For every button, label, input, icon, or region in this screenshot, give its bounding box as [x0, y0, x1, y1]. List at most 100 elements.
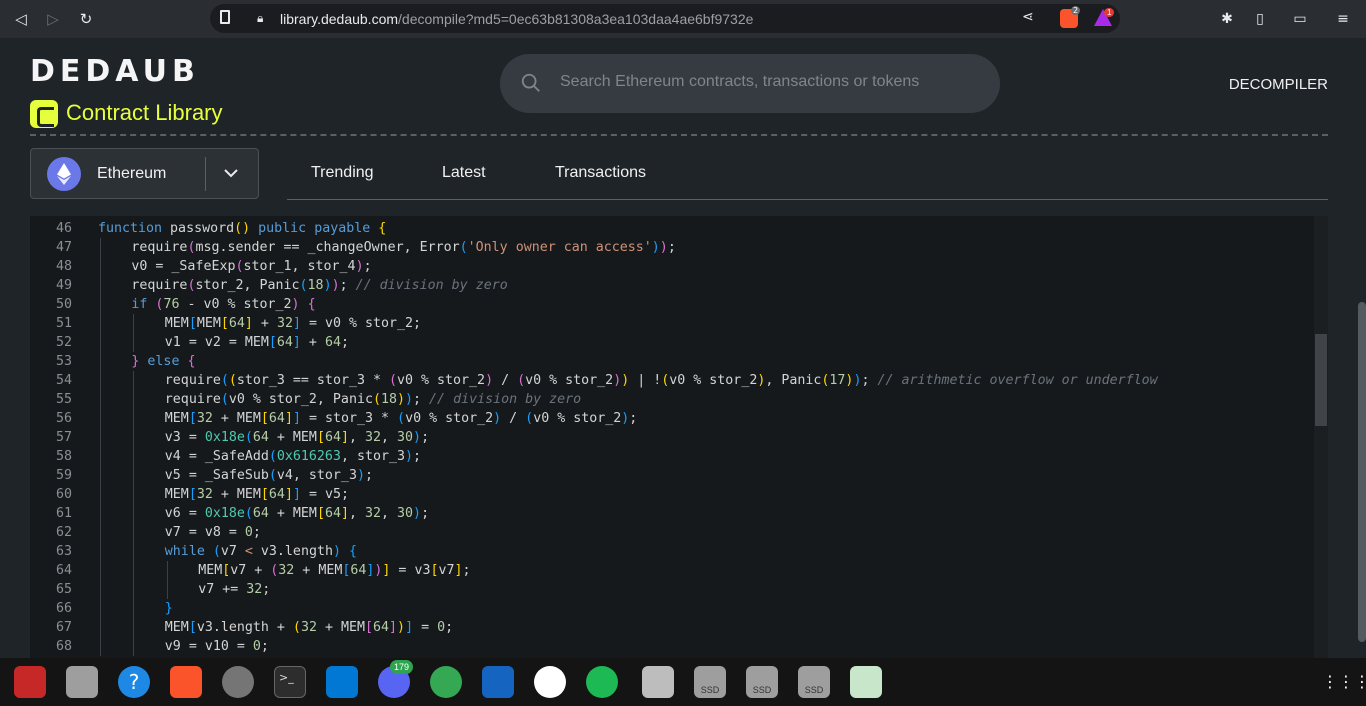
app-grid-icon[interactable]: ⋮⋮⋮: [1322, 666, 1366, 698]
line-number: 59: [55, 468, 72, 483]
vscode-icon[interactable]: [326, 666, 358, 698]
tab-trending[interactable]: Trending: [311, 164, 374, 182]
url-text[interactable]: library.dedaub.com/decompile?md5=0ec63b8…: [280, 11, 753, 27]
code-scrollbar[interactable]: [1314, 216, 1328, 658]
chain-select[interactable]: Ethereum: [30, 148, 259, 199]
code-text: if (76 - v0 % stor_2) {: [131, 297, 316, 312]
divider: [30, 134, 1328, 136]
code-viewer[interactable]: 46 function password() public payable { 47…: [30, 216, 1328, 658]
code-text: require((stor_3 == stor_3 * (v0 % stor_2…: [164, 373, 1158, 388]
extensions-icon[interactable]: ✱: [1216, 8, 1238, 30]
code-line: 61 v6 = 0x18e(64 + MEM[64], 32, 30);: [30, 504, 1314, 523]
lock-icon[interactable]: 🔒︎: [257, 11, 263, 26]
disk-icon[interactable]: SSD: [798, 666, 830, 698]
sidebar-icon[interactable]: ▯: [1249, 8, 1271, 30]
virtualbox-icon[interactable]: [482, 666, 514, 698]
code-line: 60 MEM[32 + MEM[64]] = v5;: [30, 485, 1314, 504]
slack-icon[interactable]: [534, 666, 566, 698]
code-line: 47 require(msg.sender == _changeOwner, Er…: [30, 238, 1314, 257]
line-number: 56: [55, 411, 72, 426]
code-line: 53} else {: [30, 352, 1314, 371]
line-number: 53: [55, 354, 72, 369]
share-icon[interactable]: ⋖: [1022, 9, 1034, 25]
code-text: v1 = v2 = MEM[64] + 64;: [164, 335, 349, 350]
line-number: 55: [55, 392, 72, 407]
trash-icon[interactable]: [850, 666, 882, 698]
code-line: 54 require((stor_3 == stor_3 * (v0 % stor…: [30, 371, 1314, 390]
line-number: 50: [55, 297, 72, 312]
brave-icon[interactable]: [170, 666, 202, 698]
code-line: 59 v5 = _SafeSub(v4, stor_3);: [30, 466, 1314, 485]
line-number: 47: [55, 240, 72, 255]
tab-latest[interactable]: Latest: [442, 164, 486, 182]
code-scrollbar-thumb[interactable]: [1315, 334, 1327, 426]
indent-guide: [133, 314, 135, 352]
wallet-icon[interactable]: ▭: [1289, 8, 1311, 30]
terminal-icon[interactable]: >_: [274, 666, 306, 698]
chain-select-separator: [205, 157, 206, 191]
address-bar[interactable]: 🔒︎ library.dedaub.com/decompile?md5=0ec6…: [210, 4, 1120, 33]
page-scrollbar[interactable]: [1358, 302, 1366, 642]
forward-icon[interactable]: ▷: [42, 8, 64, 30]
code-text: v7 += 32;: [198, 582, 271, 597]
system-monitor-icon[interactable]: [14, 666, 46, 698]
settings-icon[interactable]: [222, 666, 254, 698]
search-input[interactable]: [560, 73, 980, 91]
line-number: 67: [55, 620, 72, 635]
disk-icon[interactable]: SSD: [746, 666, 778, 698]
tab-transactions[interactable]: Transactions: [555, 164, 646, 182]
code-line: 55 require(v0 % stor_2, Panic(18)); // di…: [30, 390, 1314, 409]
help-icon[interactable]: ?: [118, 666, 150, 698]
spotify-icon[interactable]: [586, 666, 618, 698]
code-text: v3 = 0x18e(64 + MEM[64], 32, 30);: [164, 430, 430, 445]
chevron-down-icon[interactable]: [221, 163, 241, 183]
code-text: MEM[32 + MEM[64]] = v5;: [164, 487, 350, 502]
line-number: 68: [55, 639, 72, 654]
image-viewer-icon[interactable]: [642, 666, 674, 698]
chain-select-value: Ethereum: [97, 165, 167, 182]
menu-icon[interactable]: ≡: [1332, 8, 1354, 30]
code-text: function password() public payable {: [98, 221, 387, 236]
line-number: 46: [55, 221, 72, 236]
search-box[interactable]: [500, 54, 1000, 113]
line-number: 66: [55, 601, 72, 616]
browser-toolbar: ◁ ▷ ↻ 🔒︎ library.dedaub.com/decompile?md…: [0, 0, 1366, 38]
brave-shields-icon[interactable]: 2: [1060, 6, 1081, 28]
page: DEDAUB Contract Library DECOMPILER Ether…: [0, 38, 1366, 658]
code-line: 50 if (76 - v0 % stor_2) {: [30, 295, 1314, 314]
nav-decompiler[interactable]: DECOMPILER: [1229, 76, 1328, 93]
code-line: 68 v9 = v10 = 0;: [30, 637, 1314, 656]
reload-icon[interactable]: ↻: [75, 8, 97, 30]
code-line: 48 v0 = _SafeExp(stor_1, stor_4);: [30, 257, 1314, 276]
line-number: 63: [55, 544, 72, 559]
line-number: 51: [55, 316, 72, 331]
bookmark-icon[interactable]: [220, 10, 230, 24]
indent-guide: [166, 561, 168, 599]
chrome-icon[interactable]: [430, 666, 462, 698]
code-line: 57 v3 = 0x18e(64 + MEM[64], 32, 30);: [30, 428, 1314, 447]
back-icon[interactable]: ◁: [10, 8, 32, 30]
line-number: 58: [55, 449, 72, 464]
files-icon[interactable]: [66, 666, 98, 698]
code-line: 65 v7 += 32;: [30, 580, 1314, 599]
code-text: }: [164, 601, 173, 616]
code-text: v4 = _SafeAdd(0x616263, stor_3);: [164, 449, 422, 464]
code-text: MEM[v7 + (32 + MEM[64])] = v3[v7];: [198, 563, 471, 578]
indent-guide: [100, 238, 101, 656]
code-line: 46 function password() public payable {: [30, 219, 1314, 238]
dedaub-logo[interactable]: DEDAUB: [30, 54, 200, 89]
disk-icon[interactable]: SSD: [694, 666, 726, 698]
line-number: 62: [55, 525, 72, 540]
line-number: 60: [55, 487, 72, 502]
code-line: 64 MEM[v7 + (32 + MEM[64])] = v3[v7];: [30, 561, 1314, 580]
code-line: 62 v7 = v8 = 0;: [30, 523, 1314, 542]
contract-library-title[interactable]: Contract Library: [66, 100, 223, 126]
code-line: 58 v4 = _SafeAdd(0x616263, stor_3);: [30, 447, 1314, 466]
code-text: v6 = 0x18e(64 + MEM[64], 32, 30);: [164, 506, 430, 521]
code-text: v5 = _SafeSub(v4, stor_3);: [164, 468, 373, 483]
code-line: 56 MEM[32 + MEM[64]] = stor_3 * (v0 % sto…: [30, 409, 1314, 428]
code-text: MEM[32 + MEM[64]] = stor_3 * (v0 % stor_…: [164, 411, 638, 426]
line-number: 54: [55, 373, 72, 388]
code-line: 51 MEM[MEM[64] + 32] = v0 % stor_2;: [30, 314, 1314, 333]
code-line: 66}: [30, 599, 1314, 618]
